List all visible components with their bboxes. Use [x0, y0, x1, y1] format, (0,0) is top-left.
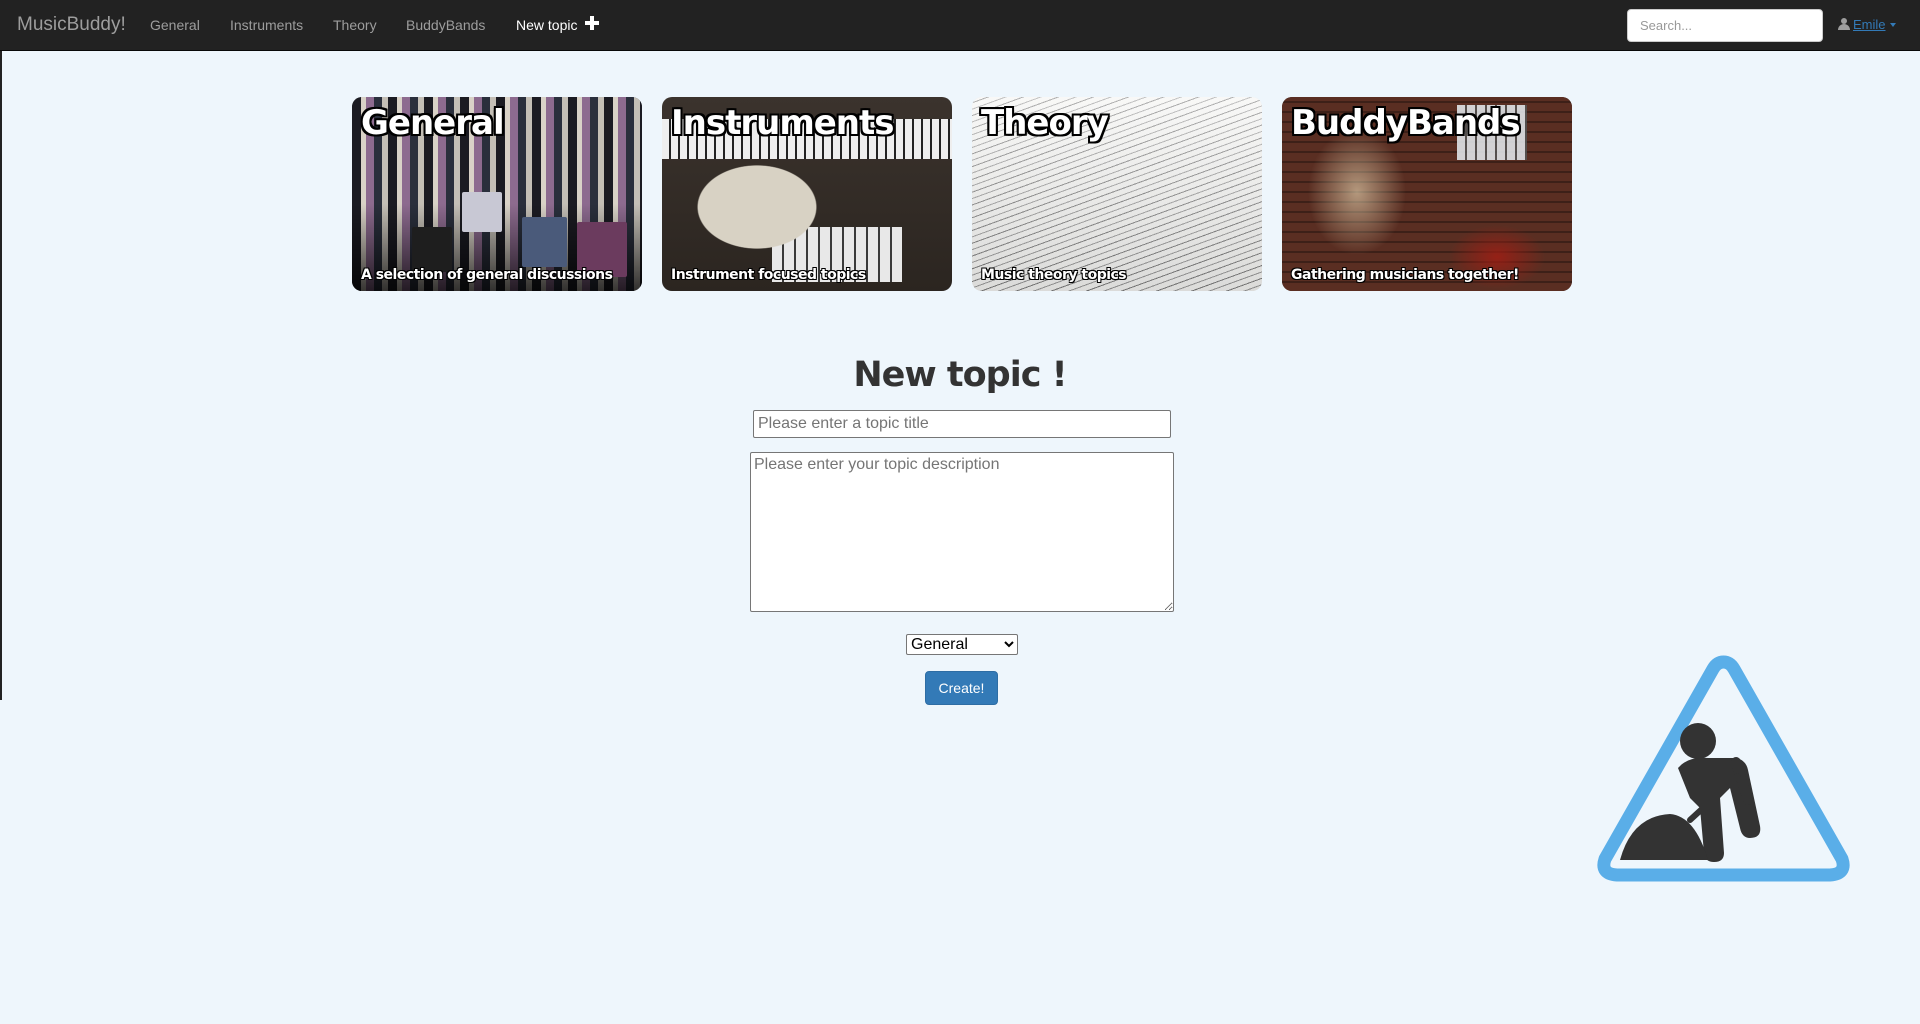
user-menu[interactable]: Emile — [1838, 17, 1896, 32]
caret-down-icon[interactable] — [1889, 23, 1896, 27]
card-subtitle: Music theory topics — [981, 267, 1127, 283]
card-subtitle: Instrument focused topics — [671, 267, 866, 283]
nav-theory[interactable]: Theory — [333, 17, 377, 33]
brand-link[interactable]: MusicBuddy! — [17, 14, 126, 36]
category-card-theory[interactable]: Theory Music theory topics — [972, 97, 1262, 291]
create-button[interactable]: Create! — [925, 671, 998, 705]
topic-title-input[interactable] — [753, 410, 1171, 438]
user-name-link[interactable]: Emile — [1853, 17, 1886, 32]
top-navbar: MusicBuddy! General Instruments Theory B… — [0, 0, 1920, 51]
nav-new-topic[interactable]: New topic — [516, 17, 577, 33]
nav-general[interactable]: General — [150, 17, 200, 33]
nav-buddybands[interactable]: BuddyBands — [406, 17, 485, 33]
category-card-instruments[interactable]: Instruments Instrument focused topics — [662, 97, 952, 291]
card-subtitle: A selection of general discussions — [361, 267, 613, 283]
under-construction-icon — [1597, 655, 1850, 882]
card-title: General — [361, 103, 505, 143]
plus-icon[interactable] — [585, 16, 599, 30]
nav-instruments[interactable]: Instruments — [230, 17, 303, 33]
topic-description-input[interactable] — [750, 452, 1174, 612]
card-title: BuddyBands — [1291, 103, 1521, 143]
card-subtitle: Gathering musicians together! — [1291, 267, 1519, 283]
page-title: New topic ! — [853, 355, 1067, 395]
card-title: Theory — [981, 103, 1109, 143]
card-title: Instruments — [671, 103, 895, 143]
user-icon — [1838, 18, 1850, 30]
category-card-buddybands[interactable]: BuddyBands Gathering musicians together! — [1282, 97, 1572, 291]
search-input[interactable] — [1627, 9, 1823, 42]
category-select[interactable]: General — [906, 634, 1018, 655]
category-card-general[interactable]: General A selection of general discussio… — [352, 97, 642, 291]
